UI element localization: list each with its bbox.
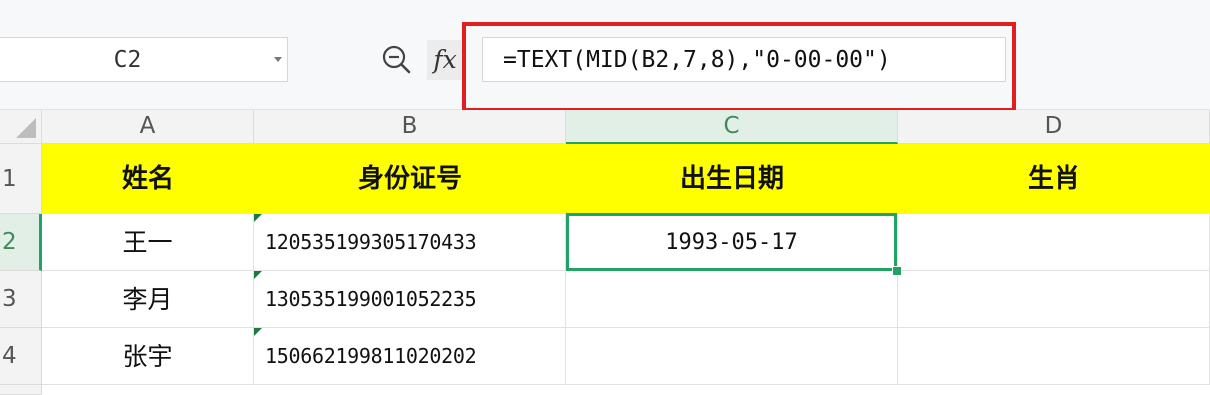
column-header-a[interactable]: A <box>42 110 254 144</box>
cell-b4-value: 150662199811020202 <box>265 344 477 368</box>
select-all-corner[interactable] <box>0 110 42 144</box>
row-header-2[interactable]: 2 <box>0 214 42 271</box>
active-cell-border <box>566 213 897 271</box>
ribbon-edge <box>0 0 1210 14</box>
cell-c4[interactable] <box>566 328 898 385</box>
text-number-indicator <box>254 214 262 222</box>
cell-b4[interactable]: 150662199811020202 <box>254 328 566 385</box>
row-header-1[interactable]: 1 <box>0 144 42 214</box>
cell-d2[interactable] <box>898 214 1210 271</box>
column-header-b[interactable]: B <box>254 110 566 144</box>
select-all-icon <box>16 118 36 138</box>
fill-handle[interactable] <box>892 266 902 276</box>
cell-b3-value: 130535199001052235 <box>265 287 477 311</box>
cell-a4[interactable]: 张宇 <box>42 328 254 385</box>
function-icon[interactable]: fx <box>427 40 463 80</box>
cell-a2[interactable]: 王一 <box>42 214 254 271</box>
formula-highlight-box <box>462 22 1016 112</box>
text-number-indicator <box>254 271 262 279</box>
cell-d4[interactable] <box>898 328 1210 385</box>
name-box-value: C2 <box>113 47 142 73</box>
cell-d3[interactable] <box>898 271 1210 328</box>
zoom-icon[interactable] <box>381 44 413 76</box>
cell-b2-value: 120535199305170433 <box>265 230 477 254</box>
cell-d1[interactable]: 生肖 <box>898 144 1210 214</box>
name-box[interactable]: C2 <box>0 37 288 82</box>
cell-c1[interactable]: 出生日期 <box>566 144 898 214</box>
cell-b3[interactable]: 130535199001052235 <box>254 271 566 328</box>
cell-b2[interactable]: 120535199305170433 <box>254 214 566 271</box>
chevron-down-icon[interactable] <box>274 57 282 62</box>
text-number-indicator <box>254 328 262 336</box>
cell-a3[interactable]: 李月 <box>42 271 254 328</box>
column-header-d[interactable]: D <box>898 110 1210 144</box>
cell-b1[interactable]: 身份证号 <box>254 144 566 214</box>
row-header-4[interactable]: 4 <box>0 328 42 385</box>
row-header-3[interactable]: 3 <box>0 271 42 328</box>
row-header-5[interactable] <box>0 385 42 395</box>
column-header-c[interactable]: C <box>566 110 898 144</box>
cell-c3[interactable] <box>566 271 898 328</box>
cell-a1[interactable]: 姓名 <box>42 144 254 214</box>
